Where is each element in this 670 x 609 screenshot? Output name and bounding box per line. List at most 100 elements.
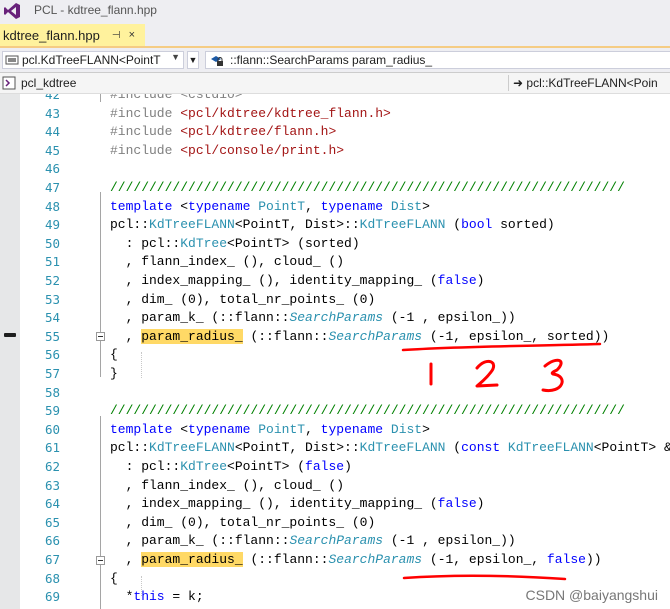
- code-token: ,: [110, 552, 142, 567]
- code-token: : pcl::: [110, 235, 181, 251]
- code-token: (::flann::: [242, 328, 329, 344]
- scope-dropdown-button[interactable]: ▼: [187, 51, 199, 69]
- code-token: <: [180, 421, 189, 437]
- line-number: 47: [44, 180, 60, 195]
- member-dropdown[interactable]: ::flann::SearchParams param_radius_: [205, 51, 670, 69]
- code-line[interactable]: 54 , param_k_ (::flann::SearchParams (-1…: [0, 309, 670, 328]
- project-dropdown[interactable]: pcl_kdtree: [2, 75, 76, 91]
- code-token: <pcl/kdtree/kdtree_flann.h>: [180, 105, 391, 121]
- code-token: ,: [305, 421, 321, 437]
- code-token: *: [110, 589, 134, 605]
- code-token: (: [445, 217, 462, 233]
- code-line[interactable]: 60 template <typename PointT, typename Di…: [0, 421, 670, 440]
- highlighted-reference: param_radius_: [141, 552, 243, 567]
- code-text: template <typename PointT, typename Dist…: [110, 198, 430, 217]
- line-number: 61: [44, 440, 60, 456]
- code-line[interactable]: 48 template <typename PointT, typename Di…: [0, 198, 670, 217]
- code-line[interactable]: 47 //////////////////////////////////////…: [0, 179, 670, 198]
- code-editor[interactable]: 42 #include <cstdio> 43 #include <pcl/kdtre…: [0, 94, 670, 609]
- code-text: {: [110, 570, 118, 589]
- line-number: 45: [44, 142, 60, 158]
- code-line[interactable]: 43 #include <pcl/kdtree/kdtree_flann.h>: [0, 105, 670, 124]
- code-token: SearchParams: [289, 533, 384, 549]
- code-line[interactable]: 44 #include <pcl/kdtree/flann.h>: [0, 123, 670, 142]
- code-token: : pcl::: [110, 459, 181, 474]
- code-text: #include <pcl/console/print.h>: [110, 142, 344, 161]
- project-icon: [2, 76, 16, 90]
- code-token: , index_mapping_ (), identity_mapping_ (: [110, 496, 438, 512]
- scope-dropdown-value: pcl.KdTreeFLANN<PointT: [22, 53, 161, 67]
- code-text: , dim_ (0), total_nr_points_ (0): [110, 291, 376, 310]
- line-number: 43: [44, 105, 60, 121]
- highlighted-reference: param_radius_: [141, 328, 243, 344]
- code-line[interactable]: 46: [0, 160, 670, 179]
- location-dropdown[interactable]: ➜ pcl::KdTreeFLANN<Poin: [508, 75, 658, 91]
- code-token: <pcl/kdtree/flann.h>: [180, 124, 337, 140]
- line-number: 51: [44, 254, 60, 270]
- code-line[interactable]: 61 pcl::KdTreeFLANN<PointT, Dist>::KdTree…: [0, 439, 670, 458]
- code-token: , dim_ (0), total_nr_points_ (0): [110, 514, 376, 530]
- code-text: template <typename PointT, typename Dist…: [110, 421, 430, 440]
- line-number: 52: [44, 273, 60, 288]
- code-line[interactable]: 50 : pcl::KdTree<PointT> (sorted): [0, 235, 670, 254]
- code-token: bool: [461, 217, 501, 233]
- line-number: 63: [44, 477, 60, 493]
- code-line[interactable]: 65 , dim_ (0), total_nr_points_ (0): [0, 514, 670, 533]
- code-token: <PointT> (: [227, 459, 306, 474]
- code-token: sorted): [500, 217, 555, 233]
- field-lock-icon: [211, 56, 223, 66]
- code-token: (-1 , epsilon_)): [383, 310, 516, 326]
- code-line[interactable]: 66 , param_k_ (::flann::SearchParams (-1…: [0, 532, 670, 551]
- member-dropdown-value: ::flann::SearchParams param_radius_: [230, 53, 433, 67]
- code-token: typename: [320, 198, 391, 214]
- code-line[interactable]: 51 , flann_index_ (), cloud_ (): [0, 253, 670, 272]
- code-token: KdTree: [180, 235, 228, 251]
- code-token: , flann_index_ (), cloud_ (): [110, 254, 345, 270]
- code-text: , index_mapping_ (), identity_mapping_ (…: [110, 272, 485, 291]
- code-text: *this = k;: [110, 588, 204, 607]
- code-line[interactable]: 42 #include <cstdio>: [0, 94, 670, 105]
- line-number: 57: [44, 366, 60, 381]
- code-line[interactable]: 45 #include <pcl/console/print.h>: [0, 142, 670, 161]
- code-text: , param_radius_ (::flann::SearchParams (…: [110, 551, 602, 570]
- code-token: ////////////////////////////////////////…: [110, 180, 625, 195]
- code-token: <PointT> (sorted): [227, 235, 360, 251]
- code-text: , index_mapping_ (), identity_mapping_ (…: [110, 495, 485, 514]
- code-line[interactable]: 64 , index_mapping_ (), identity_mapping…: [0, 495, 670, 514]
- tab-kdtree-flann[interactable]: kdtree_flann.hpp ⊣ ×: [0, 24, 145, 46]
- code-line[interactable]: 53 , dim_ (0), total_nr_points_ (0): [0, 291, 670, 310]
- code-token: typename: [320, 421, 391, 437]
- code-text: , flann_index_ (), cloud_ (): [110, 477, 344, 496]
- code-text: , dim_ (0), total_nr_points_ (0): [110, 514, 376, 533]
- handwritten-underline: [402, 574, 567, 581]
- code-token: >: [422, 198, 430, 214]
- code-token: #include <cstdio>: [110, 94, 243, 102]
- close-icon[interactable]: ×: [129, 29, 135, 41]
- code-token: <PointT, Dist>::: [234, 440, 360, 456]
- code-token: SearchParams: [328, 552, 423, 567]
- line-number: 59: [44, 403, 60, 419]
- code-line[interactable]: 63 , flann_index_ (), cloud_ (): [0, 477, 670, 496]
- code-line[interactable]: 62 : pcl::KdTree<PointT> (false): [0, 458, 670, 477]
- navigation-bar: pcl.KdTreeFLANN<PointT ▼ ▼ ::flann::Sear…: [0, 48, 670, 73]
- code-token: , index_mapping_ (), identity_mapping_ (: [110, 273, 438, 288]
- code-text: , param_k_ (::flann::SearchParams (-1 , …: [110, 532, 516, 551]
- chevron-down-icon: ▼: [188, 55, 198, 65]
- code-token: const: [461, 440, 508, 456]
- scope-dropdown[interactable]: pcl.KdTreeFLANN<PointT ▼: [2, 51, 184, 69]
- code-text: #include <pcl/kdtree/flann.h>: [110, 123, 336, 142]
- pin-icon[interactable]: ⊣: [112, 30, 121, 41]
- code-line[interactable]: 49 pcl::KdTreeFLANN<PointT, Dist>::KdTree…: [0, 216, 670, 235]
- line-number: 46: [44, 161, 60, 177]
- code-token: SearchParams: [289, 310, 384, 326]
- watermark: CSDN @baiyangshui: [525, 587, 659, 603]
- code-token: Dist: [390, 421, 423, 437]
- code-token: <pcl/console/print.h>: [180, 142, 345, 158]
- code-token: KdTree: [180, 459, 228, 474]
- code-token: pcl::: [110, 440, 150, 456]
- code-token: (::flann::: [242, 552, 329, 567]
- line-number: 54: [44, 310, 60, 326]
- code-line[interactable]: 52 , index_mapping_ (), identity_mapping…: [0, 272, 670, 291]
- code-line[interactable]: 67 , param_radius_ (::flann::SearchParam…: [0, 551, 670, 570]
- code-token: (-1 , epsilon_)): [383, 533, 516, 549]
